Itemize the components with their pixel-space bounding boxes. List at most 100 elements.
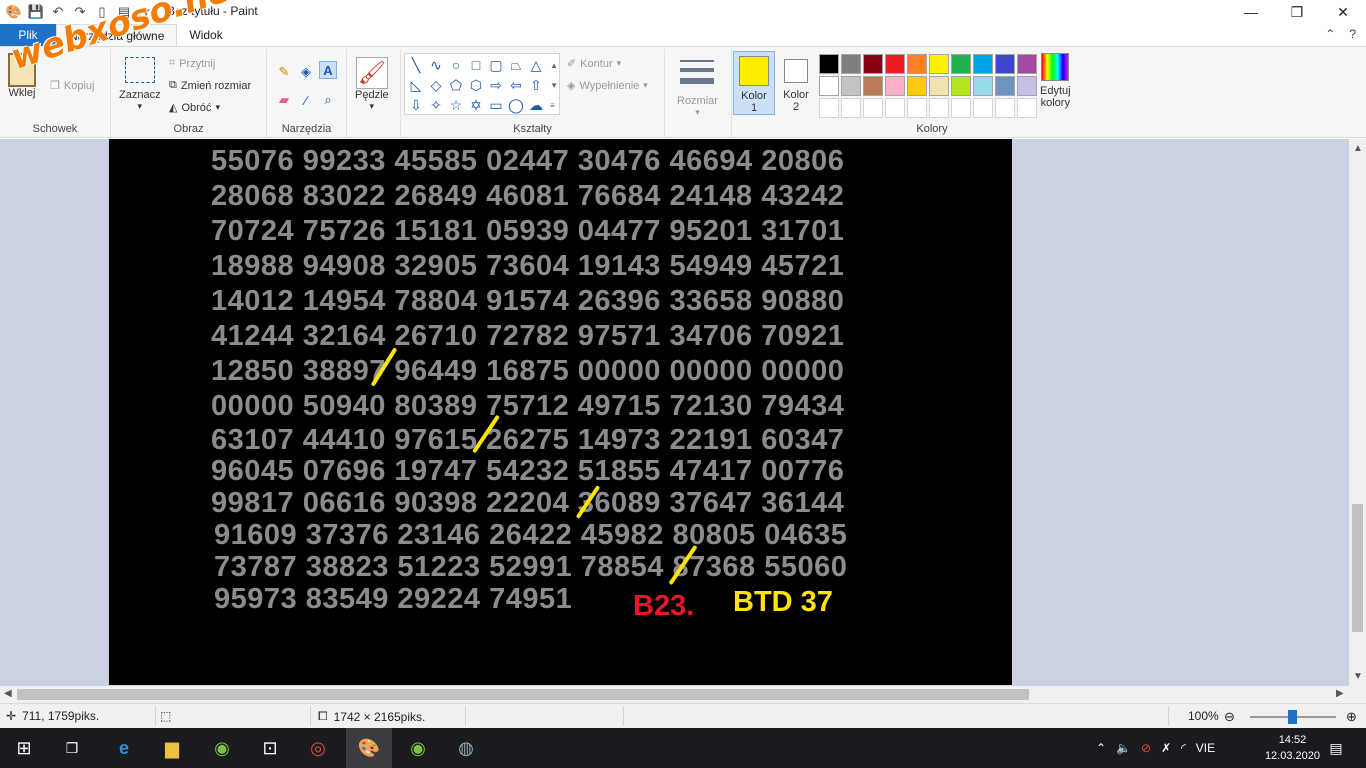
pencil-icon[interactable]: ✎ [275, 63, 293, 81]
network-error-icon[interactable]: ⊘ [1141, 741, 1151, 755]
color-picker-icon[interactable]: ⁄ [297, 91, 315, 109]
edge-browser-icon[interactable]: e [110, 734, 138, 762]
app-icon[interactable]: ◍ [452, 734, 480, 762]
polygon-shape-icon[interactable]: ⏢ [507, 56, 525, 74]
palette-color-swatch[interactable] [929, 76, 949, 96]
text-tool-icon[interactable]: A [319, 61, 337, 79]
outline-button[interactable]: ✐ Kontur ▾ [567, 57, 621, 71]
notification-icon[interactable]: ▤ [1322, 734, 1350, 762]
palette-color-swatch[interactable] [885, 76, 905, 96]
palette-color-swatch[interactable] [907, 76, 927, 96]
edit-colors-button[interactable]: Edytuj kolory [1040, 53, 1071, 109]
callout-rect-shape-icon[interactable]: ▭ [487, 96, 505, 114]
zoom-out-icon[interactable]: ⊖ [1224, 709, 1235, 725]
four-point-star-shape-icon[interactable]: ✧ [427, 96, 445, 114]
hexagon-shape-icon[interactable]: ⬡ [467, 76, 485, 94]
copy-button[interactable]: ❐ Kopiuj [50, 79, 94, 93]
six-point-star-shape-icon[interactable]: ✡ [467, 96, 485, 114]
five-point-star-shape-icon[interactable]: ☆ [447, 96, 465, 114]
vertical-scrollbar[interactable]: ▲ ▼ [1349, 139, 1366, 686]
up-arrow-shape-icon[interactable]: ⇧ [527, 76, 545, 94]
scroll-up-icon[interactable]: ▲ [1353, 143, 1363, 154]
paint-app-icon[interactable]: 🎨 [6, 4, 22, 20]
palette-color-swatch[interactable] [951, 98, 971, 118]
palette-color-swatch[interactable] [885, 54, 905, 74]
zoom-slider-thumb[interactable] [1288, 710, 1297, 724]
rounded-rect-shape-icon[interactable]: ▢ [487, 56, 505, 74]
minimize-button[interactable]: — [1228, 0, 1274, 24]
maximize-button[interactable]: ❐ [1274, 0, 1320, 24]
callout-oval-shape-icon[interactable]: ◯ [507, 96, 525, 114]
down-arrow-shape-icon[interactable]: ⇩ [407, 96, 425, 114]
palette-color-swatch[interactable] [885, 98, 905, 118]
horizontal-scroll-thumb[interactable] [17, 689, 1029, 700]
chrome-icon[interactable]: ◎ [304, 734, 332, 762]
right-arrow-shape-icon[interactable]: ⇨ [487, 76, 505, 94]
triangle-shape-icon[interactable]: △ [527, 56, 545, 74]
app-icon[interactable]: ◉ [404, 734, 432, 762]
palette-color-swatch[interactable] [995, 54, 1015, 74]
palette-color-swatch[interactable] [973, 54, 993, 74]
task-view-icon[interactable]: ❒ [58, 734, 86, 762]
right-triangle-shape-icon[interactable]: ◺ [407, 76, 425, 94]
fill-bucket-icon[interactable]: ◈ [297, 63, 315, 81]
undo-icon[interactable]: ↶ [50, 4, 66, 20]
palette-color-swatch[interactable] [1017, 76, 1037, 96]
rectangle-shape-icon[interactable]: □ [467, 56, 485, 74]
wifi-icon[interactable]: ◜ [1181, 741, 1186, 755]
volume-icon[interactable]: 🔈 [1116, 741, 1131, 755]
scroll-left-icon[interactable]: ◀ [4, 688, 12, 699]
palette-color-swatch[interactable] [863, 98, 883, 118]
app-icon[interactable]: ◉ [208, 734, 236, 762]
palette-color-swatch[interactable] [995, 98, 1015, 118]
tray-overflow-icon[interactable]: ⌃ [1096, 741, 1106, 755]
line-shape-icon[interactable]: ╲ [407, 56, 425, 74]
paint-taskbar-icon[interactable]: 🎨 [346, 728, 392, 768]
store-icon[interactable]: ⊡ [256, 734, 284, 762]
windows-start-icon[interactable]: ⊞ [10, 734, 38, 762]
palette-color-swatch[interactable] [841, 76, 861, 96]
shapes-scroll-icon[interactable]: ▲ ▼ ≡ [550, 56, 558, 116]
oval-shape-icon[interactable]: ○ [447, 56, 465, 74]
palette-color-swatch[interactable] [1017, 98, 1037, 118]
input-method-icon[interactable]: ✗ [1161, 741, 1171, 755]
help-icon[interactable]: ? [1349, 27, 1356, 41]
eraser-icon[interactable]: ▰ [275, 91, 293, 109]
palette-color-swatch[interactable] [929, 98, 949, 118]
palette-color-swatch[interactable] [841, 98, 861, 118]
palette-color-swatch[interactable] [841, 54, 861, 74]
palette-color-swatch[interactable] [973, 76, 993, 96]
brushes-button[interactable]: 🖌 Pędzle ▾ [355, 57, 389, 112]
palette-color-swatch[interactable] [863, 54, 883, 74]
select-button[interactable]: Zaznacz ▾ [119, 57, 161, 112]
palette-color-swatch[interactable] [973, 98, 993, 118]
magnifier-icon[interactable]: ⌕ [319, 91, 337, 109]
palette-color-swatch[interactable] [1017, 54, 1037, 74]
palette-color-swatch[interactable] [863, 76, 883, 96]
size-button[interactable]: Rozmiar ▾ [677, 57, 718, 118]
scroll-right-icon[interactable]: ▶ [1336, 688, 1344, 699]
diamond-shape-icon[interactable]: ◇ [427, 76, 445, 94]
palette-color-swatch[interactable] [907, 98, 927, 118]
tab-view[interactable]: Widok [177, 24, 234, 46]
close-button[interactable]: ✕ [1320, 0, 1366, 24]
collapse-ribbon-icon[interactable]: ⌃ [1325, 27, 1335, 41]
pentagon-shape-icon[interactable]: ⬠ [447, 76, 465, 94]
color2-button[interactable]: Kolor 2 [775, 51, 817, 115]
palette-color-swatch[interactable] [819, 76, 839, 96]
color1-button[interactable]: Kolor 1 [733, 51, 775, 115]
clock[interactable]: 14:52 12.03.2020 [1265, 732, 1320, 764]
rotate-button[interactable]: ◭ Obróć ▾ [169, 101, 220, 115]
file-explorer-icon[interactable]: ▆ [158, 734, 186, 762]
palette-color-swatch[interactable] [951, 54, 971, 74]
palette-color-swatch[interactable] [951, 76, 971, 96]
left-arrow-shape-icon[interactable]: ⇦ [507, 76, 525, 94]
crop-button[interactable]: ⌗ Przytnij [169, 57, 215, 70]
zoom-in-icon[interactable]: ⊕ [1346, 709, 1357, 725]
image-canvas[interactable]: 55076 99233 45585 02447 30476 46694 2080… [109, 139, 1012, 685]
save-icon[interactable]: 💾 [28, 4, 44, 20]
canvas-area[interactable]: 55076 99233 45585 02447 30476 46694 2080… [0, 139, 1366, 686]
fill-button[interactable]: ◈ Wypełnienie ▾ [567, 79, 648, 93]
curve-shape-icon[interactable]: ∿ [427, 56, 445, 74]
palette-color-swatch[interactable] [929, 54, 949, 74]
